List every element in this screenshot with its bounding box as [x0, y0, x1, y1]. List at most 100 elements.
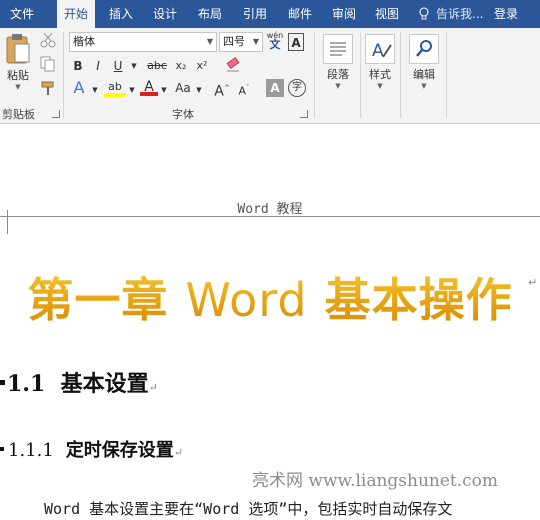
chapter-title-part2: 基本操作: [324, 273, 513, 327]
tab-design[interactable]: 设计: [146, 0, 184, 28]
header-separator-line: [0, 216, 540, 217]
format-painter-icon[interactable]: [40, 80, 56, 99]
tab-home[interactable]: 开始: [57, 0, 95, 29]
phonetic-guide-button[interactable]: wén 文: [265, 31, 285, 51]
paste-label: 粘贴: [7, 69, 29, 82]
shrink-font-button[interactable]: Aˇ: [236, 79, 252, 98]
tab-references[interactable]: 引用: [236, 0, 274, 28]
tab-insert[interactable]: 插入: [102, 0, 140, 28]
body-paragraph[interactable]: Word 基本设置主要在“Word 选项”中，包括实时自动保存文: [44, 498, 452, 519]
strikethrough-button[interactable]: abc: [146, 57, 168, 75]
styles-button[interactable]: A 样式 ▼: [364, 34, 396, 90]
chevron-down-icon: ▼: [335, 82, 341, 90]
crop-mark: [7, 210, 8, 234]
paragraph-icon: [323, 34, 353, 64]
lightbulb-icon: [419, 7, 429, 20]
search-icon: [409, 34, 439, 64]
chevron-down-icon: ▼: [206, 37, 213, 46]
clear-formatting-icon[interactable]: [224, 56, 242, 77]
copy-icon[interactable]: [40, 56, 56, 75]
editing-button[interactable]: 编辑 ▼: [406, 34, 442, 90]
editing-label: 编辑: [413, 68, 435, 81]
font-launcher-icon[interactable]: [300, 110, 308, 118]
tell-me-search[interactable]: 告诉我...: [418, 0, 483, 28]
ribbon-tab-bar: 文件 开始 插入 设计 布局 引用 邮件 审阅 视图 告诉我... 登录: [0, 0, 540, 29]
styles-label: 样式: [369, 68, 391, 81]
char-border-button[interactable]: A: [288, 33, 304, 51]
font-name-combo[interactable]: 楷体 ▼: [69, 32, 217, 52]
paragraph-mark-icon: ↵: [148, 381, 158, 394]
chevron-down-icon: ▼: [252, 37, 259, 46]
font-name-value: 楷体: [73, 35, 95, 48]
login-button[interactable]: 登录: [494, 0, 518, 28]
font-size-combo[interactable]: 四号 ▼: [219, 32, 263, 52]
chevron-down-icon: ▼: [421, 82, 427, 90]
change-case-button[interactable]: Aa: [173, 79, 193, 97]
clipboard-launcher-icon[interactable]: [52, 110, 60, 118]
highlight-button[interactable]: ab: [104, 78, 126, 97]
subscript-button[interactable]: x₂: [172, 57, 190, 75]
italic-button[interactable]: I: [90, 57, 106, 75]
grow-font-text: A: [214, 83, 224, 100]
enclose-chars-button[interactable]: 字: [288, 79, 306, 97]
chevron-down-icon: ▼: [15, 83, 21, 91]
grow-font-icon: ^: [223, 84, 230, 92]
heading-2-text: 基本设置: [60, 371, 149, 397]
grow-font-button[interactable]: A^: [214, 79, 230, 100]
char-shading-button[interactable]: A: [266, 79, 284, 97]
tell-me-text: 告诉我...: [436, 7, 484, 21]
tab-layout[interactable]: 布局: [191, 0, 229, 28]
paragraph-label: 段落: [327, 68, 349, 81]
tab-review[interactable]: 审阅: [325, 0, 363, 28]
chevron-down-icon[interactable]: ▼: [128, 57, 140, 75]
group-separator: [360, 32, 361, 118]
group-separator: [400, 32, 401, 118]
phonetic-guide-icon: 文: [269, 38, 281, 51]
heading-bullet-icon: [0, 379, 5, 385]
chevron-down-icon: ▼: [377, 82, 383, 90]
cut-icon[interactable]: [40, 32, 56, 51]
paste-button[interactable]: 粘贴 ▼: [3, 32, 33, 91]
paragraph-mark-icon: ↵: [528, 276, 538, 289]
paragraph-button[interactable]: 段落 ▼: [320, 34, 356, 90]
ribbon-home: 粘贴 ▼ 剪贴板 楷体 ▼ 四号 ▼ wén 文 A B I U ▼ abc x…: [0, 28, 540, 124]
underline-button[interactable]: U: [110, 57, 126, 75]
group-separator: [314, 32, 315, 118]
heading-3-text: 定时保存设置: [65, 440, 174, 461]
chevron-down-icon[interactable]: ▼: [159, 81, 169, 99]
font-color-text: A: [144, 79, 154, 95]
highlight-text: ab: [108, 80, 122, 93]
shrink-font-text: A: [238, 84, 247, 98]
heading-3-number: 1.1.1: [8, 440, 54, 461]
clipboard-group-label: 剪贴板: [2, 108, 35, 121]
page-header-text[interactable]: Word 教程: [0, 198, 540, 217]
font-group-label: 字体: [172, 108, 194, 121]
highlight-color-bar: [104, 93, 126, 97]
superscript-button[interactable]: x²: [193, 57, 211, 75]
font-color-button[interactable]: A: [140, 78, 158, 96]
chevron-down-icon[interactable]: ▼: [127, 81, 137, 99]
chapter-title-part1: 第一章: [27, 273, 169, 327]
chevron-down-icon[interactable]: ▼: [90, 81, 100, 99]
group-separator: [446, 32, 447, 118]
heading-2-number: 1.1: [7, 371, 46, 397]
heading-2[interactable]: 1.1 基本设置↵: [0, 366, 158, 398]
watermark-text: 亮术网 www.liangshunet.com: [252, 471, 499, 491]
font-size-value: 四号: [223, 35, 245, 48]
tab-view[interactable]: 视图: [368, 0, 406, 28]
group-separator: [63, 32, 64, 118]
text-effects-button[interactable]: A: [70, 79, 88, 97]
tab-file[interactable]: 文件: [0, 0, 44, 28]
shrink-font-icon: ˇ: [246, 84, 250, 92]
styles-icon: A: [365, 34, 395, 64]
heading-3[interactable]: 1.1.1 定时保存设置↵: [0, 436, 183, 462]
tab-mailings[interactable]: 邮件: [281, 0, 319, 28]
heading-bullet-icon: [0, 446, 4, 451]
chevron-down-icon[interactable]: ▼: [194, 81, 204, 99]
clipboard-icon: [6, 34, 30, 64]
bold-button[interactable]: B: [70, 57, 86, 75]
paragraph-mark-icon: ↵: [173, 446, 184, 459]
chapter-title[interactable]: 第一章 Word 基本操作: [0, 264, 540, 330]
chapter-title-word: Word: [185, 273, 308, 327]
svg-text:A: A: [372, 41, 384, 61]
